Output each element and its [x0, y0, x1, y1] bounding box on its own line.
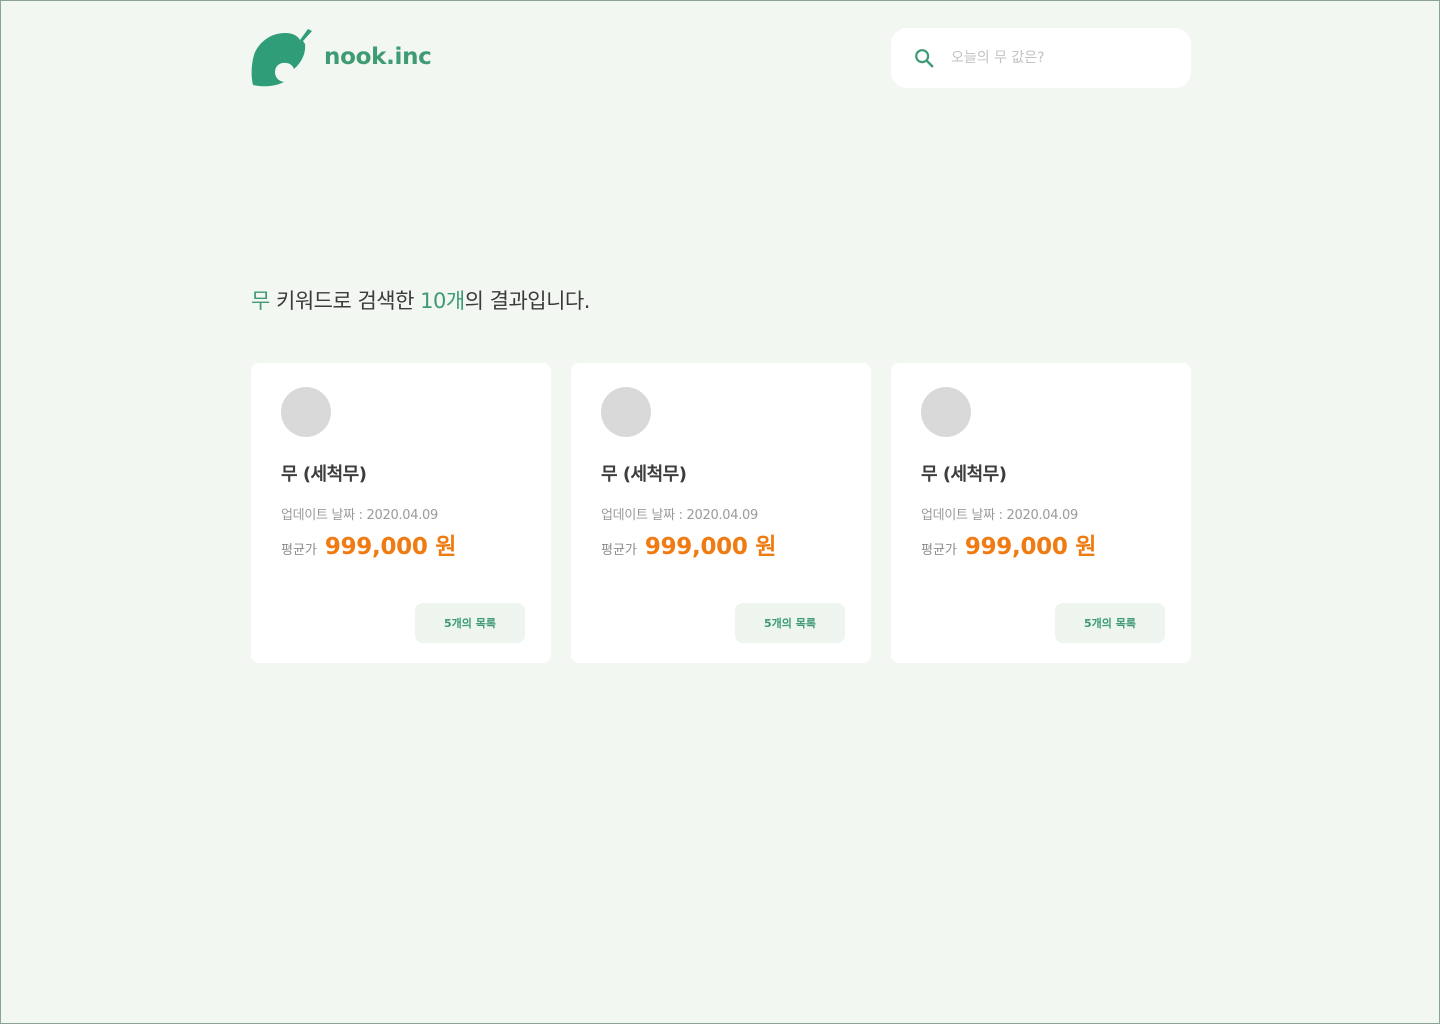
- item-updated-date: 업데이트 날짜 : 2020.04.09: [281, 508, 438, 523]
- result-summary: 무 키워드로 검색한 10개의 결과입니다.: [251, 285, 590, 315]
- leaf-icon: [251, 29, 312, 87]
- search-icon[interactable]: [913, 47, 935, 69]
- search-keyword: 무: [251, 289, 270, 313]
- item-name: 무 (세척무): [921, 464, 1007, 485]
- view-list-button[interactable]: 5개의 목록: [415, 603, 525, 643]
- result-text-middle: 키워드로 검색한: [269, 289, 421, 313]
- result-card[interactable]: 무 (세척무) 업데이트 날짜 : 2020.04.09 평균가 999,000…: [891, 363, 1191, 663]
- price-label: 평균가: [601, 543, 637, 558]
- item-price: 999,000 원: [964, 534, 1097, 560]
- logo[interactable]: nook.inc: [250, 27, 432, 87]
- price-label: 평균가: [921, 543, 957, 558]
- result-card[interactable]: 무 (세척무) 업데이트 날짜 : 2020.04.09 평균가 999,000…: [251, 363, 551, 663]
- item-image-placeholder: [281, 387, 331, 437]
- item-price-row: 평균가 999,000 원: [921, 527, 1096, 561]
- view-list-button[interactable]: 5개의 목록: [735, 603, 845, 643]
- item-price: 999,000 원: [644, 534, 777, 560]
- result-text-end: 의 결과입니다.: [464, 289, 591, 313]
- item-price-row: 평균가 999,000 원: [601, 527, 776, 561]
- item-price: 999,000 원: [324, 534, 457, 560]
- result-count: 10개: [420, 289, 465, 313]
- header: nook.inc: [250, 27, 1191, 88]
- item-image-placeholder: [921, 387, 971, 437]
- item-updated-date: 업데이트 날짜 : 2020.04.09: [601, 508, 758, 523]
- item-image-placeholder: [601, 387, 651, 437]
- result-card[interactable]: 무 (세척무) 업데이트 날짜 : 2020.04.09 평균가 999,000…: [571, 363, 871, 663]
- result-card-list: 무 (세척무) 업데이트 날짜 : 2020.04.09 평균가 999,000…: [251, 363, 1191, 663]
- price-label: 평균가: [281, 543, 317, 558]
- item-name: 무 (세척무): [601, 464, 687, 485]
- search-input[interactable]: [951, 50, 1151, 66]
- view-list-button[interactable]: 5개의 목록: [1055, 603, 1165, 643]
- item-updated-date: 업데이트 날짜 : 2020.04.09: [921, 508, 1078, 523]
- item-price-row: 평균가 999,000 원: [281, 527, 456, 561]
- search-bar[interactable]: [891, 28, 1191, 88]
- item-name: 무 (세척무): [281, 464, 367, 485]
- brand-name: nook.inc: [324, 44, 432, 70]
